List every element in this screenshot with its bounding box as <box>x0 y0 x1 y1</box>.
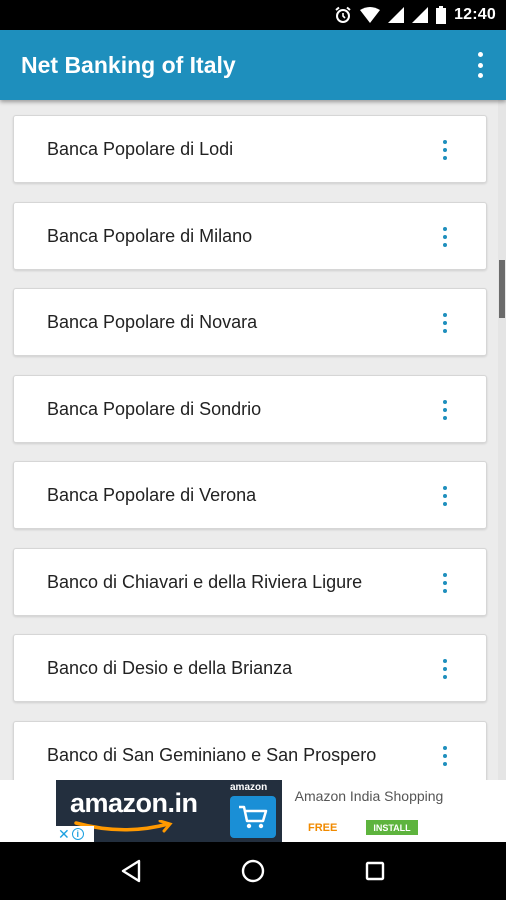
ad-app-icon: amazon <box>224 780 282 842</box>
more-vert-icon[interactable] <box>438 746 452 766</box>
bank-name: Banco di Chiavari e della Riviera Ligure <box>47 571 363 592</box>
wifi-icon <box>360 7 381 23</box>
bank-list[interactable]: Banca Popolare di Lodi Banca Popolare di… <box>0 100 506 780</box>
home-icon[interactable] <box>233 851 273 891</box>
more-vert-icon[interactable] <box>438 140 452 160</box>
app-title: Net Banking of Italy <box>21 51 236 78</box>
more-vert-icon[interactable] <box>438 659 452 679</box>
recents-icon[interactable] <box>355 851 395 891</box>
ad-title: Amazon India Shopping <box>294 788 444 804</box>
back-icon[interactable] <box>111 851 151 891</box>
more-vert-icon[interactable] <box>438 486 452 506</box>
bank-name: Banca Popolare di Lodi <box>47 138 234 159</box>
scrollbar-thumb[interactable] <box>499 260 505 318</box>
bank-list-item[interactable]: Banca Popolare di Lodi <box>13 115 487 183</box>
ad-brand: amazon.in <box>70 788 198 818</box>
ad-price: FREE <box>308 822 338 834</box>
bank-name: Banco di Desio e della Brianza <box>47 657 293 678</box>
app-bar: Net Banking of Italy <box>0 30 506 100</box>
more-vert-icon[interactable] <box>468 52 492 78</box>
nav-bar <box>0 842 506 900</box>
bank-name: Banca Popolare di Sondrio <box>47 398 262 419</box>
signal-icon <box>388 7 405 23</box>
alarm-icon <box>335 6 351 23</box>
status-time: 12:40 <box>454 6 496 23</box>
bank-name: Banca Popolare di Verona <box>47 484 257 505</box>
bank-name: Banco di San Geminiano e San Prospero <box>47 744 377 765</box>
more-vert-icon[interactable] <box>438 573 452 593</box>
bank-list-item[interactable]: Banco di Desio e della Brianza <box>13 634 487 702</box>
more-vert-icon[interactable] <box>438 227 452 247</box>
bank-list-item[interactable]: Banco di San Geminiano e San Prospero <box>13 721 487 780</box>
bank-list-item[interactable]: Banca Popolare di Sondrio <box>13 375 487 443</box>
screen: 12:40 Net Banking of Italy Banca Popolar… <box>0 0 506 900</box>
battery-icon <box>436 6 447 24</box>
bank-list-item[interactable]: Banca Popolare di Milano <box>13 202 487 270</box>
bank-list-item[interactable]: Banco di Chiavari e della Riviera Ligure <box>13 548 487 616</box>
signal-icon <box>412 7 429 23</box>
bank-name: Banca Popolare di Milano <box>47 225 253 246</box>
bank-list-item[interactable]: Banca Popolare di Verona <box>13 461 487 529</box>
bank-name: Banca Popolare di Novara <box>47 311 258 332</box>
scrollbar[interactable] <box>498 100 506 780</box>
ad-choices[interactable]: ✕ i <box>56 826 94 842</box>
more-vert-icon[interactable] <box>438 313 452 333</box>
close-icon[interactable]: ✕ <box>58 827 70 841</box>
cart-icon <box>230 796 276 838</box>
bank-list-item[interactable]: Banca Popolare di Novara <box>13 288 487 356</box>
status-bar: 12:40 <box>0 0 506 30</box>
more-vert-icon[interactable] <box>438 400 452 420</box>
info-icon[interactable]: i <box>71 828 84 840</box>
ad-content[interactable]: amazon.in amazon Amazon India Shopping F <box>56 780 452 842</box>
install-button[interactable]: INSTALL <box>366 820 418 835</box>
ad-cart-brand: amazon <box>230 782 268 793</box>
ad-banner[interactable]: amazon.in amazon Amazon India Shopping F <box>0 780 506 842</box>
